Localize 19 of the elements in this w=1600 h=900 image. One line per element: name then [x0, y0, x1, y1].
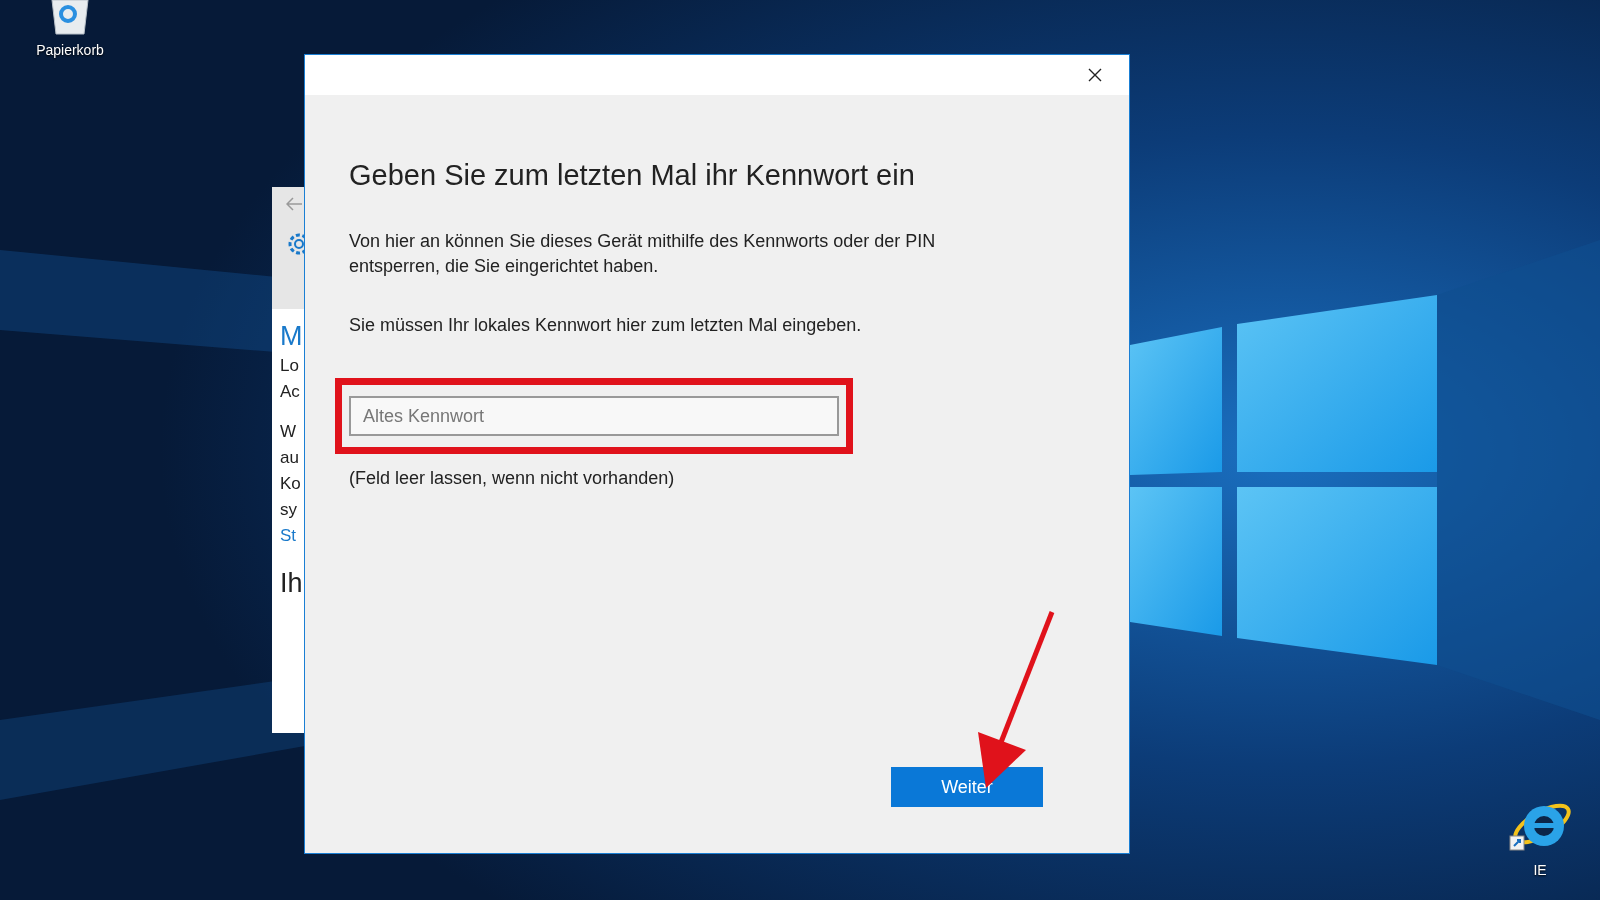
close-icon	[1088, 68, 1102, 82]
password-field[interactable]: Altes Kennwort	[349, 396, 839, 436]
settings-text: W	[280, 421, 297, 443]
desktop-icon-label[interactable]: Papierkorb	[36, 42, 104, 58]
settings-subheading: Ih	[280, 567, 303, 600]
settings-heading: M	[280, 320, 303, 353]
settings-text: Ko	[280, 473, 301, 495]
recycle-bin-icon[interactable]	[48, 0, 92, 36]
dialog-paragraph: Von hier an können Sie dieses Gerät mithilfe des Kennworts oder der PIN entsperren, die Sie eingerichtet haben.	[349, 230, 937, 278]
settings-text: sy	[280, 499, 297, 521]
dialog-paragraph: Sie müssen Ihr lokales Kennwort hier zum letzten Mal eingeben.	[349, 314, 863, 337]
settings-text: au	[280, 447, 299, 469]
settings-text: Lo	[280, 355, 299, 377]
settings-link[interactable]: St	[280, 523, 297, 549]
dialog-heading: Geben Sie zum letzten Mal ihr Kennwort ein	[349, 158, 916, 193]
next-button[interactable]: Weiter	[891, 767, 1043, 807]
field-hint: (Feld leer lassen, wenn nicht vorhanden)	[349, 468, 676, 489]
settings-text: Ac	[280, 381, 300, 403]
desktop-icon-label[interactable]: IE	[1533, 862, 1547, 878]
